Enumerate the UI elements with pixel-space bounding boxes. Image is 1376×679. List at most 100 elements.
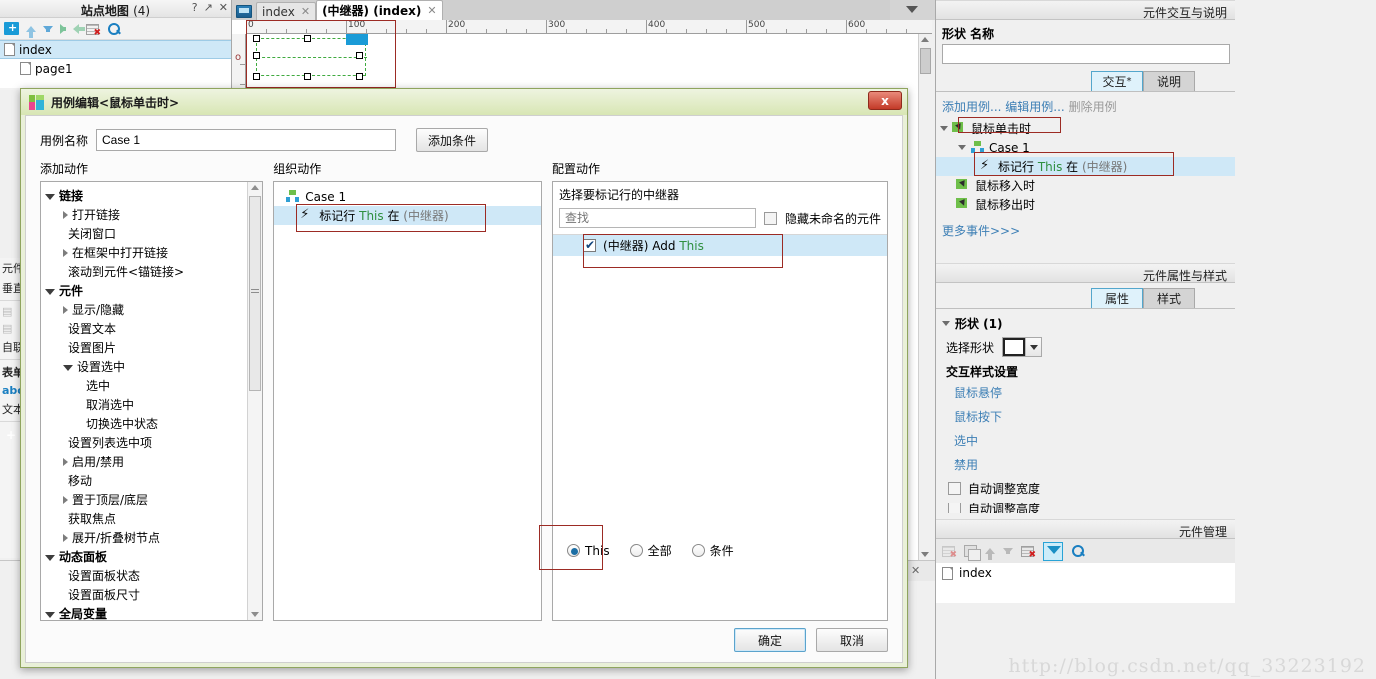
action-group-widget[interactable]: 元件 [41, 281, 262, 300]
action-set-panel-state[interactable]: 设置面板状态 [41, 566, 262, 585]
chevron-down-icon[interactable] [940, 126, 948, 131]
add-folder-icon[interactable] [4, 22, 19, 35]
selection-handle[interactable] [253, 73, 260, 80]
action-set-panel-size[interactable]: 设置面板尺寸 [41, 585, 262, 604]
ok-button[interactable]: 确定 [734, 628, 806, 652]
chevron-down-icon[interactable] [958, 145, 966, 150]
tab-notes[interactable]: 说明 [1143, 71, 1195, 91]
action-selected[interactable]: 选中 [41, 376, 262, 395]
search-icon[interactable] [107, 22, 121, 36]
scroll-down-icon[interactable] [921, 552, 929, 557]
move-right-icon[interactable] [60, 23, 66, 34]
action-show-hide[interactable]: 显示/隐藏 [41, 300, 262, 319]
radio-condition[interactable]: 条件 [691, 542, 734, 559]
action-set-image[interactable]: 设置图片 [41, 338, 262, 357]
event-row-mouseenter[interactable]: 鼠标移入时 [936, 176, 1235, 195]
action-group-link[interactable]: 链接 [41, 186, 262, 205]
move-up-icon[interactable] [985, 548, 995, 560]
action-move[interactable]: 移动 [41, 471, 262, 490]
shape-group-header[interactable]: 形状 (1) [936, 315, 1235, 332]
tab-index[interactable]: index ✕ [256, 2, 317, 20]
close-icon[interactable]: ✕ [219, 1, 228, 14]
close-icon[interactable]: ✕ [427, 4, 436, 17]
search-icon[interactable] [1071, 544, 1085, 558]
shape-select-dropdown[interactable] [1002, 337, 1043, 357]
add-condition-button[interactable]: 添加条件 [416, 128, 489, 152]
radio-this-button[interactable] [567, 544, 581, 557]
scroll-up-icon[interactable] [921, 37, 929, 42]
event-row-click[interactable]: 鼠标单击时 [936, 119, 1235, 138]
tab-interactions[interactable]: 交互 * [1091, 71, 1143, 91]
organize-row-action[interactable]: 标记行 This 在 (中继器) [274, 206, 542, 225]
style-link-hover[interactable]: 鼠标悬停 [936, 384, 1235, 401]
scroll-down-icon[interactable] [251, 612, 260, 617]
repeater-list-item[interactable]: (中继器) Add This [553, 235, 887, 256]
move-down-icon[interactable] [43, 25, 53, 32]
tab-styles[interactable]: 样式 [1143, 288, 1195, 308]
chevron-down-icon[interactable] [906, 6, 918, 13]
action-bring-front-back[interactable]: 置于顶层/底层 [41, 490, 262, 509]
radio-all-button[interactable] [629, 544, 643, 557]
style-link-selected[interactable]: 选中 [936, 432, 1235, 449]
style-link-disabled[interactable]: 禁用 [936, 456, 1235, 473]
action-focus[interactable]: 获取焦点 [41, 509, 262, 528]
radio-all[interactable]: 全部 [629, 542, 672, 559]
repeater-list[interactable]: (中继器) Add This [553, 234, 887, 534]
selection-handle[interactable] [253, 35, 260, 42]
action-expand-collapse-tree[interactable]: 展开/折叠树节点 [41, 528, 262, 547]
selection-handle[interactable] [304, 35, 311, 42]
scroll-up-icon[interactable] [251, 185, 260, 190]
selection-handle[interactable] [304, 73, 311, 80]
tab-repeater-index[interactable]: (中继器) (index) ✕ [316, 0, 443, 20]
auto-height-row[interactable]: 自动调整高度 [936, 503, 1235, 513]
help-icon[interactable]: ? [192, 1, 198, 14]
action-set-list-selection[interactable]: 设置列表选中项 [41, 433, 262, 452]
close-icon[interactable]: ✕ [301, 5, 310, 18]
sitemap-window-buttons[interactable]: ? ↗ ✕ [192, 1, 228, 14]
widget-manager-item[interactable]: index [936, 563, 1235, 583]
shape-name-input[interactable] [942, 44, 1230, 64]
action-open-in-frame[interactable]: 在框架中打开链接 [41, 243, 262, 262]
duplicate-icon[interactable] [964, 545, 981, 561]
new-widget-icon[interactable] [942, 545, 957, 560]
filter-icon[interactable] [1043, 541, 1063, 561]
auto-width-checkbox[interactable] [948, 482, 961, 495]
action-close-window[interactable]: 关闭窗口 [41, 224, 262, 243]
canvas-vertical-scrollbar[interactable] [918, 34, 932, 560]
style-link-mousedown[interactable]: 鼠标按下 [936, 408, 1235, 425]
tab-properties[interactable]: 属性 [1091, 288, 1143, 308]
chevron-down-icon[interactable] [942, 321, 950, 326]
action-toggle-selected[interactable]: 切换选中状态 [41, 414, 262, 433]
selection-handle[interactable] [356, 52, 363, 59]
tabbar-overflow[interactable] [890, 0, 935, 20]
selection-handle[interactable] [253, 52, 260, 59]
selection-handle[interactable] [356, 73, 363, 80]
cancel-button[interactable]: 取消 [816, 628, 888, 652]
sitemap-item-index[interactable]: index [0, 40, 231, 59]
radio-this[interactable]: This [567, 544, 610, 558]
scrollbar-thumb[interactable] [920, 48, 931, 74]
delete-icon[interactable] [86, 23, 101, 38]
action-unselected[interactable]: 取消选中 [41, 395, 262, 414]
edit-usecase-link[interactable]: 编辑用例... [1005, 100, 1064, 114]
case-name-input[interactable] [96, 129, 397, 151]
action-group-dynamic-panel[interactable]: 动态面板 [41, 547, 262, 566]
delete-icon[interactable] [1021, 545, 1036, 560]
action-open-link[interactable]: 打开链接 [41, 205, 262, 224]
action-enable-disable[interactable]: 启用/禁用 [41, 452, 262, 471]
hide-unnamed-checkbox[interactable] [763, 211, 777, 225]
more-events-link[interactable]: 更多事件>>> [936, 214, 1235, 239]
close-icon[interactable]: ✕ [911, 564, 920, 577]
add-usecase-link[interactable]: 添加用例... [942, 100, 1001, 114]
move-left-icon[interactable] [73, 23, 85, 34]
delete-usecase-link[interactable]: 删除用例 [1069, 100, 1117, 114]
close-icon[interactable]: x [868, 91, 902, 110]
repeater-item-checkbox[interactable] [583, 238, 597, 252]
action-group-global-variable[interactable]: 全局变量 [41, 604, 262, 623]
organize-listbox[interactable]: Case 1 标记行 This 在 (中继器) [273, 181, 543, 621]
action-tree-scrollbar[interactable] [247, 182, 263, 620]
action-tree-listbox[interactable]: 链接 打开链接 关闭窗口 在框架中打开链接 滚动到元件<锚链接> 元件 显示/隐… [40, 181, 264, 623]
auto-width-row[interactable]: 自动调整宽度 [936, 480, 1235, 497]
organize-row-case[interactable]: Case 1 [274, 187, 541, 206]
move-down-icon[interactable] [1003, 548, 1013, 554]
